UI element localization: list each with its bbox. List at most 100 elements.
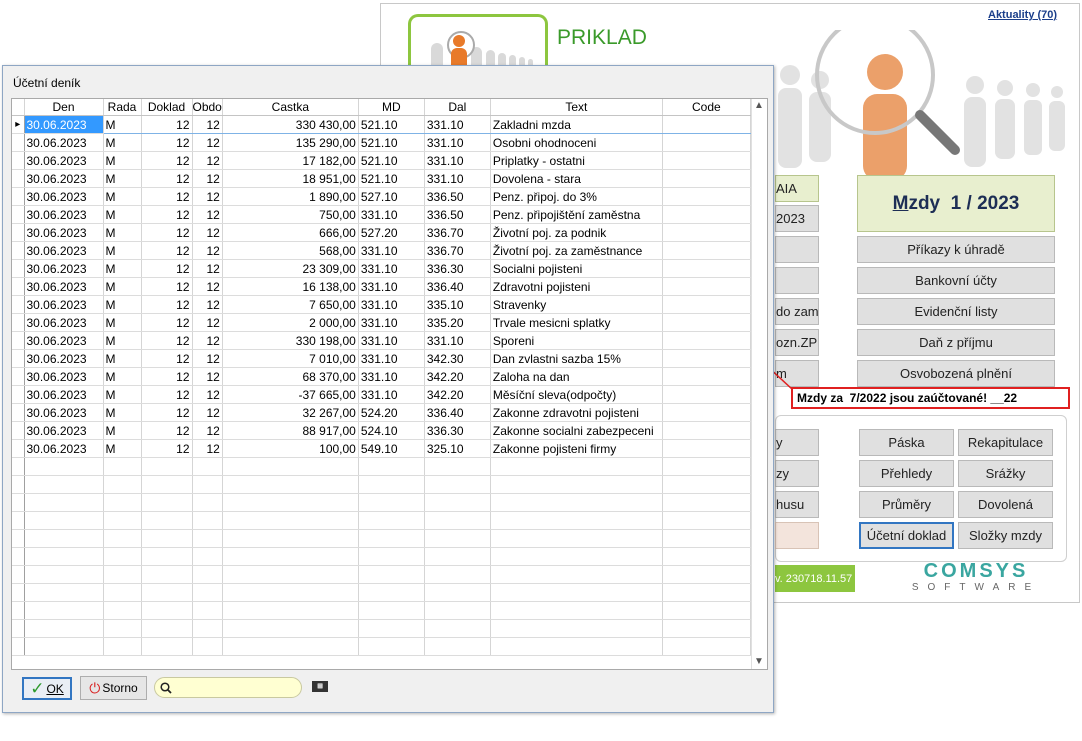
tile-4[interactable] [775, 267, 819, 294]
cell-castka[interactable]: 666,00 [222, 223, 359, 242]
cell-castka[interactable]: 32 267,00 [222, 403, 359, 422]
cell-code[interactable] [662, 241, 751, 260]
cell-den[interactable]: 30.06.2023 [24, 403, 104, 422]
table-row[interactable]: 30.06.2023 M 12 12 18 951,00 521.10 331.10 Dovo… [12, 169, 751, 188]
cell-rada[interactable]: M [103, 169, 142, 188]
cell-obdo[interactable]: 12 [192, 115, 223, 134]
tile-1[interactable]: AIA [775, 175, 819, 202]
cell-dal[interactable]: 342.20 [424, 367, 491, 386]
cell-doklad[interactable]: 12 [141, 421, 193, 440]
cell-dal[interactable]: 336.70 [424, 241, 491, 260]
cell-dal[interactable]: 331.10 [424, 169, 491, 188]
cell-text[interactable]: Stravenky [490, 295, 663, 314]
cell-dal[interactable]: 325.10 [424, 439, 491, 458]
cell-text[interactable]: Sporeni [490, 331, 663, 350]
cell-rada[interactable]: M [103, 277, 142, 296]
tile-3[interactable] [775, 236, 819, 263]
cell-doklad[interactable]: 12 [141, 259, 193, 278]
table-row[interactable]: 30.06.2023 M 12 12 16 138,00 331.10 336.40 Zdra… [12, 277, 751, 296]
cell-rada[interactable]: M [103, 295, 142, 314]
cell-doklad[interactable]: 12 [141, 385, 193, 404]
cell-rada[interactable]: M [103, 151, 142, 170]
cell-den[interactable]: 30.06.2023 [24, 367, 104, 386]
records-button[interactable]: Evidenční listy [857, 298, 1055, 325]
cell-dal[interactable]: 331.10 [424, 331, 491, 350]
cell-text[interactable]: Zakonne pojisteni firmy [490, 439, 663, 458]
table-row[interactable]: 30.06.2023 M 12 12 7 650,00 331.10 335.10 Strav… [12, 295, 751, 314]
cell-md[interactable]: 524.20 [358, 403, 425, 422]
bottom-tile-4[interactable] [775, 522, 819, 549]
cell-dal[interactable]: 336.70 [424, 223, 491, 242]
accounting-doc-button[interactable]: Účetní doklad [859, 522, 954, 549]
cell-rada[interactable]: M [103, 241, 142, 260]
table-row[interactable]: 30.06.2023 M 12 12 68 370,00 331.10 342.20 Zalo… [12, 367, 751, 386]
cell-text[interactable]: Socialni pojisteni [490, 259, 663, 278]
cell-text[interactable]: Zakladni mzda [490, 115, 663, 134]
table-row[interactable]: 30.06.2023 M 12 12 88 917,00 524.10 336.30 Zako… [12, 421, 751, 440]
averages-button[interactable]: Průměry [859, 491, 954, 518]
cell-den[interactable]: 30.06.2023 [24, 259, 104, 278]
cell-code[interactable] [662, 115, 751, 134]
cell-text[interactable]: Životní poj. za podnik [490, 223, 663, 242]
cell-code[interactable] [662, 313, 751, 332]
cell-text[interactable]: Priplatky - ostatni [490, 151, 663, 170]
cell-castka[interactable]: 135 290,00 [222, 133, 359, 152]
col-header-text[interactable]: Text [490, 99, 663, 116]
cell-castka[interactable]: 1 890,00 [222, 187, 359, 206]
cell-den[interactable]: 30.06.2023 [24, 313, 104, 332]
table-row[interactable]: 30.06.2023 M 12 12 -37 665,00 331.10 342.20 Měs… [12, 385, 751, 404]
table-row[interactable]: 30.06.2023 M 12 12 330 198,00 331.10 331.10 Spo… [12, 331, 751, 350]
cell-obdo[interactable]: 12 [192, 439, 223, 458]
cell-obdo[interactable]: 12 [192, 367, 223, 386]
cell-md[interactable]: 331.10 [358, 205, 425, 224]
cell-dal[interactable]: 336.50 [424, 205, 491, 224]
cell-code[interactable] [662, 349, 751, 368]
cell-castka[interactable]: 330 430,00 [222, 115, 359, 134]
cell-doklad[interactable]: 12 [141, 241, 193, 260]
cell-text[interactable]: Osobni ohodnoceni [490, 133, 663, 152]
cell-castka[interactable]: 2 000,00 [222, 313, 359, 332]
cell-doklad[interactable]: 12 [141, 403, 193, 422]
cell-code[interactable] [662, 385, 751, 404]
cell-dal[interactable]: 342.30 [424, 349, 491, 368]
cell-dal[interactable]: 331.10 [424, 133, 491, 152]
cell-den[interactable]: 30.06.2023 [24, 349, 104, 368]
table-row[interactable]: 30.06.2023 M 12 12 1 890,00 527.10 336.50 Penz.… [12, 187, 751, 206]
cell-den[interactable]: 30.06.2023 [24, 439, 104, 458]
cell-castka[interactable]: 18 951,00 [222, 169, 359, 188]
table-row[interactable]: 30.06.2023 M 12 12 23 309,00 331.10 336.30 Soci… [12, 259, 751, 278]
table-row[interactable]: ▸ 30.06.2023 M 12 12 330 430,00 521.10 331.10 Za… [12, 115, 751, 134]
cell-md[interactable]: 527.20 [358, 223, 425, 242]
bank-accounts-button[interactable]: Bankovní účty [857, 267, 1055, 294]
vertical-scrollbar[interactable]: ▲ ▼ [751, 99, 767, 669]
cell-code[interactable] [662, 439, 751, 458]
cell-doklad[interactable]: 12 [141, 331, 193, 350]
cell-code[interactable] [662, 169, 751, 188]
cell-doklad[interactable]: 12 [141, 439, 193, 458]
cell-text[interactable]: Zaloha na dan [490, 367, 663, 386]
bottom-tile-3[interactable]: husu [775, 491, 819, 518]
vacation-button[interactable]: Dovolená [958, 491, 1053, 518]
cell-rada[interactable]: M [103, 331, 142, 350]
cell-text[interactable]: Zdravotni pojisteni [490, 277, 663, 296]
cell-obdo[interactable]: 12 [192, 385, 223, 404]
payment-orders-button[interactable]: Příkazy k úhradě [857, 236, 1055, 263]
table-row[interactable]: 30.06.2023 M 12 12 568,00 331.10 336.70 Životní… [12, 241, 751, 260]
cell-obdo[interactable]: 12 [192, 151, 223, 170]
table-row[interactable]: 30.06.2023 M 12 12 100,00 549.10 325.10 Zakonne… [12, 439, 751, 458]
cell-md[interactable]: 524.10 [358, 421, 425, 440]
tile-2[interactable]: 2023 [775, 205, 819, 232]
col-header-obdo[interactable]: Obdo [192, 99, 223, 116]
tile-6[interactable]: ozn.ZP [775, 329, 819, 356]
cell-den[interactable]: 30.06.2023 [24, 223, 104, 242]
cell-md[interactable]: 521.10 [358, 115, 425, 134]
cell-doklad[interactable]: 12 [141, 367, 193, 386]
cell-den[interactable]: 30.06.2023 [24, 187, 104, 206]
cell-rada[interactable]: M [103, 421, 142, 440]
cell-rada[interactable]: M [103, 205, 142, 224]
cell-doklad[interactable]: 12 [141, 115, 193, 134]
cell-doklad[interactable]: 12 [141, 151, 193, 170]
cell-obdo[interactable]: 12 [192, 349, 223, 368]
cell-castka[interactable]: -37 665,00 [222, 385, 359, 404]
table-row[interactable]: 30.06.2023 M 12 12 2 000,00 331.10 335.20 Trval… [12, 313, 751, 332]
